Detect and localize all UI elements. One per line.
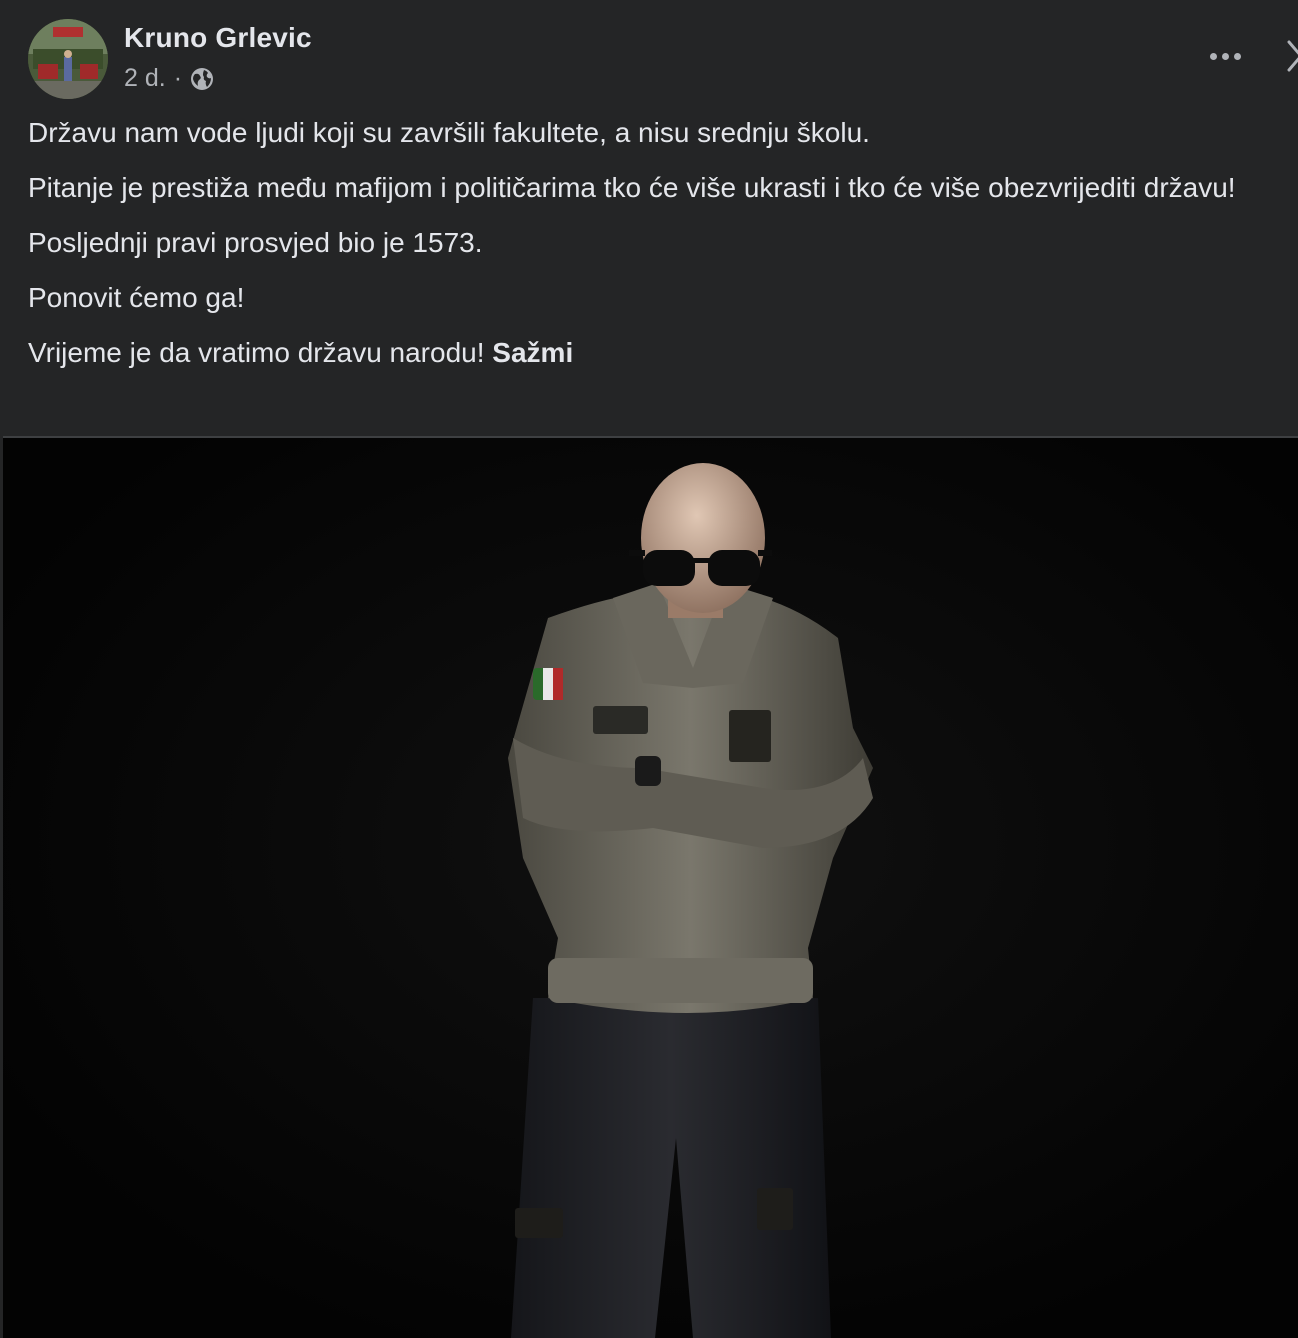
avatar-image <box>28 19 108 99</box>
post-paragraph: Posljednji pravi prosvjed bio je 1573. <box>28 227 483 258</box>
post-text: Državu nam vode ljudi koji su završili f… <box>28 113 1278 388</box>
more-horizontal-icon <box>1209 52 1217 60</box>
see-less-link[interactable]: Sažmi <box>492 337 573 368</box>
post-header: Kruno Grlevic 2 d. · <box>3 0 1298 110</box>
more-options-button[interactable] <box>1201 32 1249 80</box>
author-name[interactable]: Kruno Grlevic <box>124 22 312 54</box>
post-paragraph: Državu nam vode ljudi koji su završili f… <box>28 117 870 148</box>
post-paragraph: Ponovit ćemo ga! <box>28 282 245 313</box>
feed-post: Kruno Grlevic 2 d. · Državu nam vode lju… <box>3 0 1298 1338</box>
man-in-jacket-image <box>3 438 1298 1338</box>
post-paragraph-last: Vrijeme je da vratimo državu narodu! Saž… <box>28 333 1278 373</box>
post-paragraph: Pitanje je prestiža među mafijom i polit… <box>28 172 1236 203</box>
author-avatar[interactable] <box>28 19 108 99</box>
post-timestamp[interactable]: 2 d. <box>124 64 166 93</box>
post-paragraph-text: Vrijeme je da vratimo državu narodu! <box>28 337 485 368</box>
post-meta: 2 d. · <box>124 64 214 93</box>
post-photo[interactable] <box>3 438 1298 1338</box>
globe-icon[interactable] <box>190 67 214 91</box>
close-icon[interactable] <box>1279 34 1298 74</box>
meta-separator: · <box>173 64 183 92</box>
